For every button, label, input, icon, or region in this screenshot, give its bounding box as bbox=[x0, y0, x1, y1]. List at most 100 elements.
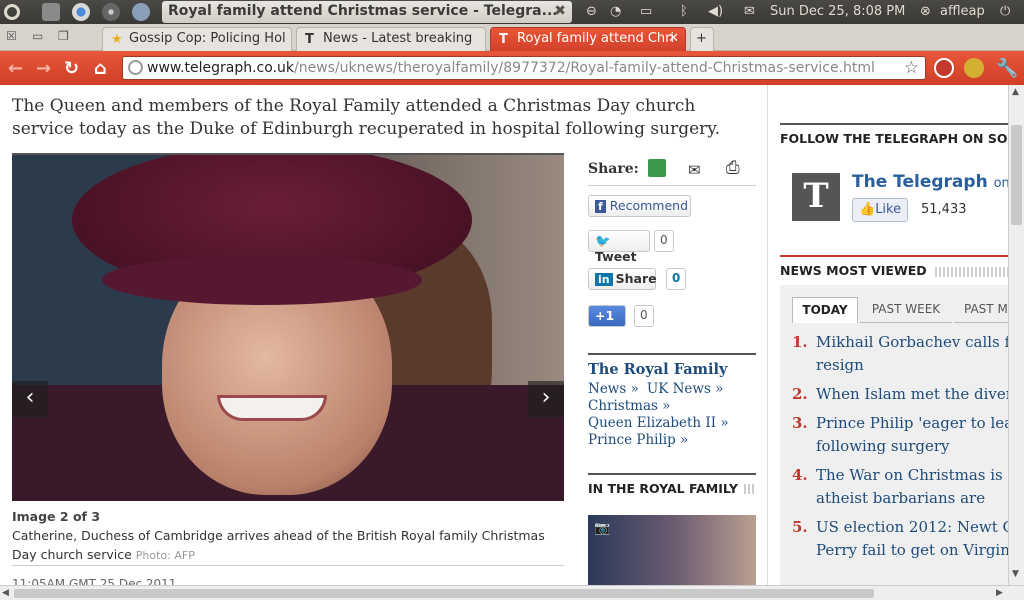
scroll-right-icon[interactable]: ▶ bbox=[996, 588, 1003, 598]
in-royal-family-heading: IN THE ROYAL FAMILY bbox=[588, 473, 756, 496]
scroll-left-icon[interactable]: ◀ bbox=[2, 588, 9, 598]
ubuntu-logo-icon[interactable] bbox=[4, 4, 20, 20]
back-icon[interactable]: ← bbox=[8, 58, 23, 79]
list-item[interactable]: 1. Mikhail Gorbachev calls fo resign bbox=[780, 331, 1008, 381]
volume-icon[interactable]: ◀) bbox=[708, 4, 723, 19]
item-number: 3. bbox=[792, 414, 808, 432]
text-editor-icon[interactable] bbox=[42, 3, 60, 21]
most-viewed-label: NEWS MOST VIEWED bbox=[780, 263, 927, 278]
article-standfirst: The Queen and members of the Royal Famil… bbox=[12, 96, 721, 139]
follow-heading: FOLLOW THE TELEGRAPH ON SOC bbox=[780, 123, 1008, 146]
window-close-icon[interactable]: ☒ bbox=[6, 29, 17, 43]
share-label: Share: bbox=[588, 161, 639, 177]
url-domain: www.telegraph.co.uk bbox=[147, 60, 294, 76]
facebook-recommend-button[interactable]: f Recommend bbox=[588, 195, 691, 217]
new-tab-button[interactable]: + bbox=[690, 27, 714, 51]
twitter-icon: 🐦 bbox=[595, 233, 611, 248]
google-plusone-button[interactable]: +1 bbox=[588, 305, 626, 327]
link-uk-news[interactable]: UK News » bbox=[647, 381, 724, 398]
telegraph-brand[interactable]: The Telegraph on bbox=[852, 172, 1008, 192]
most-viewed-heading: NEWS MOST VIEWED bbox=[780, 255, 1008, 278]
close-tab-icon[interactable]: ✕ bbox=[668, 31, 679, 46]
tweet-label: Tweet bbox=[595, 249, 637, 264]
adblock-extension-icon[interactable] bbox=[934, 58, 954, 78]
brand-name: The Telegraph bbox=[852, 172, 988, 192]
bluetooth-icon[interactable]: ᛒ bbox=[680, 4, 688, 19]
right-sidebar: FOLLOW THE TELEGRAPH ON SOC T The Telegr… bbox=[780, 85, 1008, 585]
list-item[interactable]: 5. US election 2012: Newt Gi Perry fail t… bbox=[780, 516, 1008, 566]
recommend-label: Recommend bbox=[609, 198, 689, 213]
list-item[interactable]: 4. The War on Christmas is r atheist barb… bbox=[780, 464, 1008, 514]
item-title[interactable]: The War on Christmas is r atheist barbar… bbox=[816, 464, 1008, 514]
window-title: Royal family attend Christmas service - … bbox=[162, 1, 572, 23]
window-restore-icon[interactable]: ❐ bbox=[58, 29, 69, 43]
gallery-prev-button[interactable]: ‹ bbox=[12, 381, 48, 417]
item-title[interactable]: When Islam met the divers bbox=[816, 383, 1008, 406]
settings-icon[interactable] bbox=[132, 3, 150, 21]
forward-icon[interactable]: → bbox=[36, 58, 51, 79]
item-title[interactable]: US election 2012: Newt Gi Perry fail to … bbox=[816, 516, 1008, 562]
brand-suffix: on bbox=[993, 176, 1008, 191]
close-window-icon[interactable]: ✖ bbox=[554, 3, 566, 19]
list-item[interactable]: 3. Prince Philip 'eager to leav following… bbox=[780, 412, 1008, 462]
royal-family-thumbnail[interactable]: 📷 bbox=[588, 515, 756, 585]
bookmark-star-icon[interactable]: ☆ bbox=[904, 58, 919, 78]
star-icon: ★ bbox=[111, 32, 123, 47]
link-queen-elizabeth[interactable]: Queen Elizabeth II » bbox=[588, 415, 729, 432]
tweet-button[interactable]: 🐦Tweet bbox=[588, 230, 650, 264]
list-item[interactable]: 2. When Islam met the divers bbox=[780, 383, 1008, 407]
linkedin-share-button[interactable]: in Share bbox=[588, 268, 657, 290]
share-icon[interactable] bbox=[648, 159, 666, 177]
like-count: 51,433 bbox=[921, 202, 967, 217]
telegraph-icon: T bbox=[499, 32, 508, 47]
plusone-label: +1 bbox=[595, 308, 615, 323]
wifi-icon[interactable]: ◔ bbox=[610, 4, 621, 19]
item-number: 5. bbox=[792, 518, 808, 536]
extension-icon[interactable] bbox=[964, 58, 984, 78]
item-number: 2. bbox=[792, 385, 808, 403]
link-news[interactable]: News » bbox=[588, 381, 639, 398]
email-icon[interactable]: ✉ bbox=[688, 161, 701, 179]
user-icon[interactable]: ⊗ bbox=[920, 4, 931, 19]
globe-icon bbox=[128, 60, 143, 75]
reload-icon[interactable]: ↻ bbox=[64, 58, 79, 79]
article-timestamp: 11:05AM GMT 25 Dec 2011 bbox=[12, 577, 177, 585]
disk-icon[interactable] bbox=[102, 3, 120, 21]
gallery-next-button[interactable]: › bbox=[528, 381, 564, 417]
vertical-scrollbar[interactable]: ▲ ▼ bbox=[1008, 85, 1024, 585]
tab-past-week[interactable]: PAST WEEK bbox=[860, 297, 952, 323]
linkedin-count: 0 bbox=[666, 268, 687, 290]
telegraph-logo-icon[interactable]: T bbox=[792, 173, 840, 221]
print-icon[interactable]: ⎙ bbox=[726, 158, 740, 178]
tab-past-month[interactable]: PAST M bbox=[954, 297, 1008, 323]
username[interactable]: affleap bbox=[940, 4, 985, 19]
datetime[interactable]: Sun Dec 25, 8:08 PM bbox=[770, 4, 905, 19]
item-title[interactable]: Mikhail Gorbachev calls fo resign bbox=[816, 331, 1008, 377]
tab-royal-family[interactable]: T Royal family attend Chri ✕ bbox=[490, 27, 686, 51]
tab-label: News - Latest breaking bbox=[323, 31, 473, 46]
royal-family-title[interactable]: The Royal Family bbox=[588, 353, 756, 378]
horizontal-scroll-thumb[interactable] bbox=[14, 589, 874, 598]
minimize-icon[interactable]: ⊖ bbox=[586, 4, 597, 19]
tab-telegraph-news[interactable]: T News - Latest breaking bbox=[296, 27, 486, 51]
chromium-icon[interactable] bbox=[72, 3, 90, 21]
facebook-like-button[interactable]: 👍Like bbox=[852, 198, 909, 222]
window-minimize-icon[interactable]: ▭ bbox=[32, 29, 43, 43]
address-bar[interactable]: www.telegraph.co.uk/news/uknews/theroyal… bbox=[122, 56, 926, 80]
horizontal-scrollbar[interactable]: ◀ ▶ bbox=[0, 585, 1024, 600]
home-icon[interactable]: ⌂ bbox=[94, 58, 107, 79]
caption-text: Catherine, Duchess of Cambridge arrives … bbox=[12, 528, 545, 562]
mail-icon[interactable]: ✉ bbox=[744, 4, 755, 19]
like-label: Like bbox=[875, 202, 902, 217]
power-icon[interactable]: ⏻ bbox=[1000, 4, 1010, 19]
link-christmas[interactable]: Christmas » bbox=[588, 398, 670, 415]
vertical-scroll-thumb[interactable] bbox=[1011, 125, 1022, 225]
tab-today[interactable]: TODAY bbox=[792, 297, 858, 323]
link-prince-philip[interactable]: Prince Philip » bbox=[588, 432, 688, 449]
wrench-icon[interactable]: 🔧 bbox=[996, 58, 1018, 79]
scroll-up-icon[interactable]: ▲ bbox=[1012, 87, 1019, 97]
battery-icon[interactable]: ▭ bbox=[640, 4, 652, 19]
scroll-down-icon[interactable]: ▼ bbox=[1012, 569, 1019, 579]
item-title[interactable]: Prince Philip 'eager to leav following s… bbox=[816, 412, 1008, 458]
tab-gossip-cop[interactable]: ★ Gossip Cop: Policing Hol bbox=[102, 27, 292, 51]
